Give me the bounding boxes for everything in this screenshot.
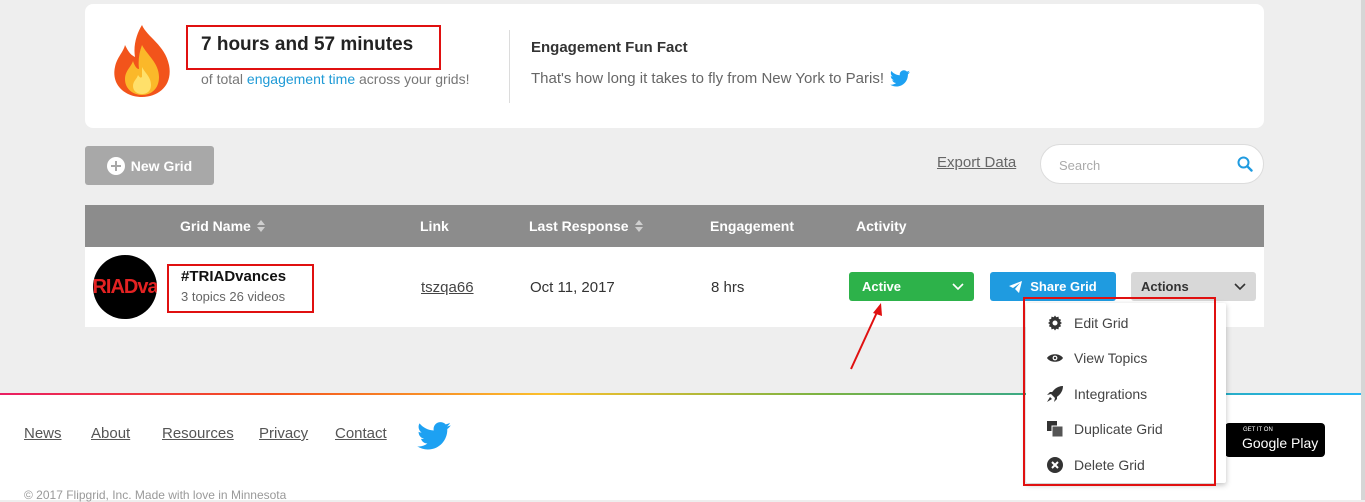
vertical-scrollbar[interactable]	[1361, 0, 1365, 500]
google-play-big-text: Google Play	[1242, 435, 1319, 451]
google-play-small-text: GET IT ON	[1243, 427, 1273, 433]
search-input[interactable]	[1057, 154, 1231, 176]
column-engagement: Engagement	[710, 218, 794, 234]
column-activity: Activity	[856, 218, 907, 234]
footer-link-news[interactable]: News	[24, 425, 62, 442]
engagement-time-link[interactable]: engagement time	[247, 71, 355, 87]
chevron-down-icon	[952, 282, 964, 290]
search-icon[interactable]	[1237, 156, 1253, 172]
plus-circle-icon	[106, 156, 125, 175]
column-engagement-label: Engagement	[710, 218, 795, 234]
annotation-box-grid-title	[167, 264, 314, 313]
grid-avatar-text: RIADva	[93, 275, 157, 298]
column-link: Link	[420, 218, 449, 234]
chevron-down-icon	[1234, 282, 1246, 290]
column-last-response-label: Last Response	[529, 218, 629, 234]
annotation-arrow	[850, 303, 882, 370]
footer-link-contact[interactable]: Contact	[335, 425, 387, 442]
activity-status-label: Active	[862, 279, 902, 294]
paper-plane-icon	[1009, 280, 1023, 293]
last-response-date: Oct 11, 2017	[530, 279, 615, 296]
new-grid-label: New Grid	[130, 157, 193, 174]
twitter-icon[interactable]	[417, 422, 451, 450]
activity-status-dropdown[interactable]: Active	[849, 272, 974, 301]
grid-avatar[interactable]: RIADva	[93, 255, 157, 319]
engagement-time-caption: of total engagement time across your gri…	[201, 71, 469, 87]
search-box	[1040, 144, 1264, 184]
export-data-link[interactable]: Export Data	[937, 154, 1016, 171]
caption-prefix: of total	[201, 71, 247, 87]
grid-link[interactable]: tszqa66	[421, 279, 474, 296]
caption-suffix: across your grids!	[355, 71, 470, 87]
actions-label: Actions	[1141, 279, 1189, 294]
footer-link-privacy[interactable]: Privacy	[259, 425, 308, 442]
stats-divider	[509, 30, 510, 103]
google-play-badge[interactable]: GET IT ON Google Play	[1225, 423, 1325, 457]
twitter-icon[interactable]	[890, 70, 911, 87]
engagement-value: 8 hrs	[711, 279, 745, 296]
annotation-box-engagement-time	[186, 25, 441, 70]
fire-icon	[114, 25, 170, 97]
share-grid-label: Share Grid	[1030, 279, 1097, 294]
footer-link-about[interactable]: About	[91, 425, 130, 442]
fun-fact-title: Engagement Fun Fact	[531, 39, 688, 56]
column-grid-name[interactable]: Grid Name	[180, 218, 266, 234]
new-grid-button[interactable]: New Grid	[85, 146, 214, 185]
sort-icon	[256, 220, 265, 232]
column-last-response[interactable]: Last Response	[529, 218, 644, 234]
column-grid-name-label: Grid Name	[180, 218, 251, 234]
grid-table-header: Grid Name Link Last Response Engagement …	[85, 205, 1264, 247]
fun-fact-text: That's how long it takes to fly from New…	[531, 70, 885, 87]
footer-link-resources[interactable]: Resources	[162, 425, 234, 442]
sort-icon	[634, 220, 643, 232]
annotation-box-actions-menu	[1023, 297, 1216, 486]
fun-fact-text-row: That's how long it takes to fly from New…	[531, 70, 911, 87]
column-activity-label: Activity	[856, 218, 907, 234]
column-link-label: Link	[420, 218, 449, 234]
